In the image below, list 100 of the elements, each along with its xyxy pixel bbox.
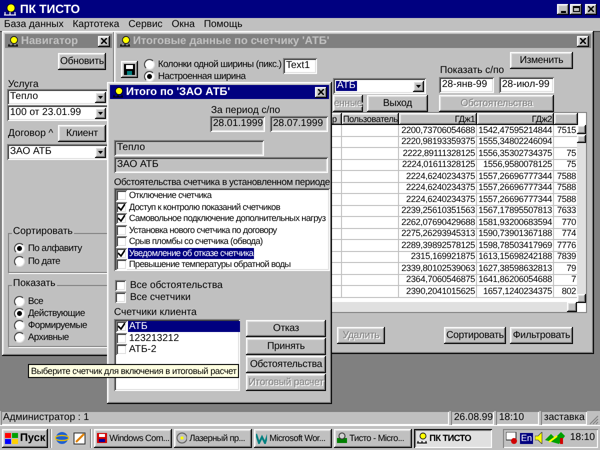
menu-item[interactable]: Помощь [204, 20, 242, 30]
list-item[interactable]: Срыв пломбы со счетчика (обвода) [128, 236, 264, 248]
date-field[interactable]: 28.01.1999 [210, 116, 265, 132]
radio-button[interactable] [144, 71, 155, 82]
read-only-field[interactable]: ЗАО АТБ [114, 157, 328, 173]
column-header[interactable]: р [331, 113, 342, 125]
dialog-button[interactable]: Принять [246, 338, 326, 355]
save-button[interactable] [121, 61, 138, 78]
taskbar-button[interactable]: Microsoft Wor... [254, 428, 332, 448]
checkbox[interactable] [116, 236, 127, 248]
taskbar-button[interactable]: Тисто - Micro... [334, 428, 412, 448]
maximize-button[interactable] [570, 4, 582, 14]
status-text: заставка [541, 411, 587, 425]
dropdown[interactable]: ЗАО АТБ [7, 144, 108, 160]
date-field[interactable]: 28-янв-99 [439, 77, 494, 93]
action-button[interactable]: Сортировать [444, 327, 506, 344]
list-item[interactable]: Уведомление об отказе счетчика [128, 248, 254, 259]
list-item[interactable]: Установка нового счетчика по договору [128, 224, 278, 236]
radio-button[interactable] [144, 59, 155, 70]
checkbox[interactable] [115, 280, 126, 291]
label: Договор ^ [8, 129, 54, 139]
date-field[interactable]: 28-июл-99 [499, 77, 554, 93]
list-item[interactable]: Доступ к контролю показаний счетчиков [128, 202, 282, 213]
desktop-button[interactable] [72, 430, 88, 446]
dropdown[interactable]: АТБ [333, 78, 426, 94]
checkbox[interactable] [116, 321, 127, 332]
vertical-scrollbar[interactable] [577, 125, 586, 303]
column-header[interactable]: ГДж2 [477, 113, 554, 125]
close-button[interactable] [577, 36, 589, 46]
status-date: 26.08.99 [451, 411, 494, 425]
taskbar-button[interactable]: ПК ТИСТО [414, 428, 492, 448]
radio-button[interactable] [14, 256, 25, 267]
list-item[interactable]: Отключение счетчика [128, 190, 212, 202]
column-header[interactable] [554, 113, 578, 125]
caret-icon [98, 96, 103, 98]
dropdown-button[interactable] [413, 80, 424, 92]
table-cell: 774 [562, 229, 576, 238]
menu-item[interactable]: Картотека [72, 20, 120, 30]
radio-button[interactable] [14, 243, 25, 254]
checkbox[interactable] [116, 332, 127, 344]
refresh-button[interactable]: Обновить [58, 53, 106, 70]
status-text: Администратор : 1 [1, 411, 449, 425]
action-button[interactable]: Фильтровать [510, 327, 573, 344]
table-cell: 2200,73706054688 [401, 126, 475, 135]
column-header[interactable]: Пользователь [342, 113, 399, 125]
list-item[interactable]: Самовольное подключение дополнительных нагруз [128, 213, 327, 224]
input-field[interactable]: Text1 [283, 58, 317, 74]
dialog-button[interactable]: Отказ [246, 320, 326, 337]
horizontal-scrollbar[interactable] [331, 302, 577, 312]
window-title: Навигатор [21, 36, 78, 46]
minimize-button[interactable] [557, 4, 569, 14]
dropdown-button[interactable] [95, 92, 106, 102]
menu-item[interactable]: Сервис [128, 20, 163, 30]
letter-icon [256, 432, 268, 444]
dialog-button[interactable]: Обстоятельства [246, 356, 326, 373]
group-title: Показать [12, 279, 57, 289]
checkbox[interactable] [116, 344, 127, 356]
menu-item[interactable]: Окна [172, 20, 195, 30]
close-button[interactable] [98, 36, 110, 46]
client-button[interactable]: Клиент [58, 125, 106, 142]
radio-button[interactable] [14, 332, 25, 343]
radio-button[interactable] [14, 308, 25, 319]
table-cell: 1613,15698242188 [478, 252, 552, 262]
start-button[interactable]: Пуск [2, 428, 48, 448]
list-item[interactable]: АТБ-2 [128, 344, 240, 356]
list-item[interactable]: Превышение температуры обратной воды [128, 259, 292, 270]
checkbox[interactable] [116, 213, 127, 224]
checkbox[interactable] [116, 248, 127, 259]
read-only-field[interactable]: Тепло [114, 140, 264, 156]
menu-item[interactable]: База данных [4, 20, 64, 30]
option-label: По алфавиту [28, 244, 82, 254]
list-item[interactable]: 123213212 [128, 332, 240, 344]
table-cell: 1598,78503417969 [478, 240, 552, 250]
caret-icon [98, 112, 103, 114]
taskbar-button[interactable]: Windows Com... [94, 428, 172, 448]
language-indicator[interactable]: En [520, 432, 533, 444]
checkbox[interactable] [116, 224, 127, 236]
change-button[interactable]: Изменить [510, 52, 573, 69]
dropdown-button[interactable] [95, 146, 106, 158]
taskbar-button[interactable]: Лазерный пр... [174, 428, 252, 448]
radio-button[interactable] [14, 320, 25, 331]
dropdown-button[interactable] [95, 108, 106, 118]
close-button[interactable] [585, 4, 597, 14]
date-field[interactable]: 28.07.1999 [270, 116, 328, 132]
table-cell: 2224,6240234375 [406, 194, 475, 204]
close-button[interactable] [315, 86, 327, 98]
checkbox[interactable] [116, 190, 127, 202]
option-label: Архивные [28, 332, 69, 342]
column-header[interactable]: ГДж1 [399, 113, 477, 125]
list-item[interactable]: АТБ [128, 321, 240, 332]
radio-button[interactable] [14, 296, 25, 307]
toolbar-button[interactable]: Выход [367, 95, 428, 112]
checkbox[interactable] [116, 202, 127, 213]
table-cell: 2239,25610351563 [401, 206, 475, 216]
table-cell: 2220,98193359375 [401, 137, 475, 146]
checkbox[interactable] [116, 259, 127, 270]
dropdown[interactable]: Тепло [7, 89, 108, 105]
caret-icon [98, 150, 103, 154]
dropdown[interactable]: 100 от 23.01.99 [7, 105, 108, 121]
checkbox[interactable] [115, 292, 126, 303]
